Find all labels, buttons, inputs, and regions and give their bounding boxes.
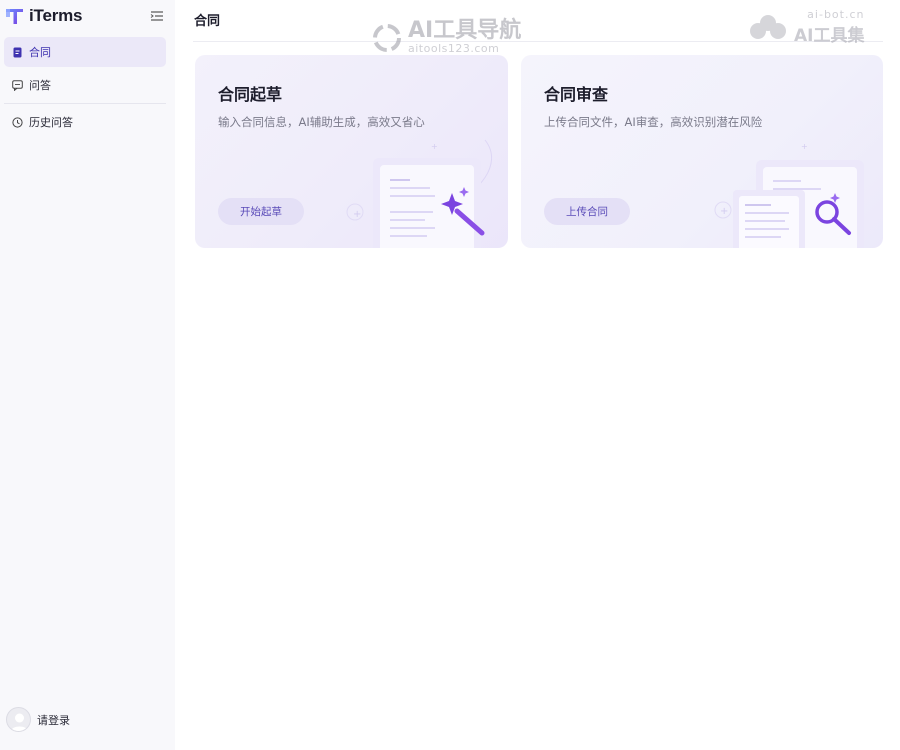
avatar: [6, 707, 31, 732]
login-button[interactable]: 请登录: [6, 707, 70, 732]
sidebar-item-label: 历史问答: [29, 116, 73, 129]
login-label: 请登录: [37, 713, 70, 727]
page-title: 合同: [194, 14, 221, 29]
card-title: 合同起草: [218, 85, 283, 104]
clock-icon: [12, 116, 23, 128]
nav-divider: [4, 103, 166, 104]
card-title: 合同审查: [544, 85, 609, 104]
watermark-cloud-icon: [750, 15, 786, 39]
svg-text:+: +: [720, 206, 728, 217]
card-description: 输入合同信息，AI辅助生成，高效又省心: [218, 115, 425, 129]
contract-draft-card[interactable]: + + 合同起草 输入合同信息，AI辅助生成，高效又省心 开始起草: [195, 55, 508, 248]
collapse-sidebar-icon[interactable]: [150, 9, 164, 23]
sidebar-item-history[interactable]: 历史问答: [4, 107, 166, 137]
sidebar-item-label: 问答: [29, 79, 51, 92]
watermark-aibot: ai-bot.cn AI工具集: [748, 8, 864, 46]
svg-text:+: +: [801, 142, 808, 151]
document-icon: [12, 47, 23, 58]
start-drafting-button[interactable]: 开始起草: [218, 198, 304, 225]
app-name: iTerms: [29, 6, 83, 25]
watermark-main: AI工具导航: [408, 18, 522, 43]
review-illustration: + +: [714, 142, 864, 248]
watermark-aitools: AI工具导航 aitools123.com: [372, 20, 521, 55]
contract-review-card[interactable]: + + 合同审查 上传合同文件，AI审查，高效识别潜在风险 上传合同: [521, 55, 883, 248]
sidebar-item-label: 合同: [29, 46, 51, 59]
draft-illustration: + +: [346, 139, 492, 248]
watermark-main: AI工具集: [794, 26, 865, 46]
chat-icon: [12, 79, 23, 91]
watermark-logo-icon: [373, 23, 401, 52]
upload-contract-button[interactable]: 上传合同: [544, 198, 630, 225]
sidebar-item-qa[interactable]: 问答: [4, 70, 166, 100]
watermark-sub: aitools123.com: [408, 42, 500, 55]
iterms-logo-icon: [6, 9, 23, 24]
sidebar-item-contract[interactable]: 合同: [4, 37, 166, 67]
svg-text:+: +: [353, 209, 361, 220]
sidebar: iTerms 合同 问答 历史问答 请登录: [0, 0, 175, 750]
watermark-sub: ai-bot.cn: [807, 8, 865, 21]
user-icon: [11, 713, 28, 731]
brand[interactable]: iTerms: [4, 6, 82, 26]
svg-text:+: +: [431, 142, 438, 151]
card-description: 上传合同文件，AI审查，高效识别潜在风险: [544, 115, 763, 129]
